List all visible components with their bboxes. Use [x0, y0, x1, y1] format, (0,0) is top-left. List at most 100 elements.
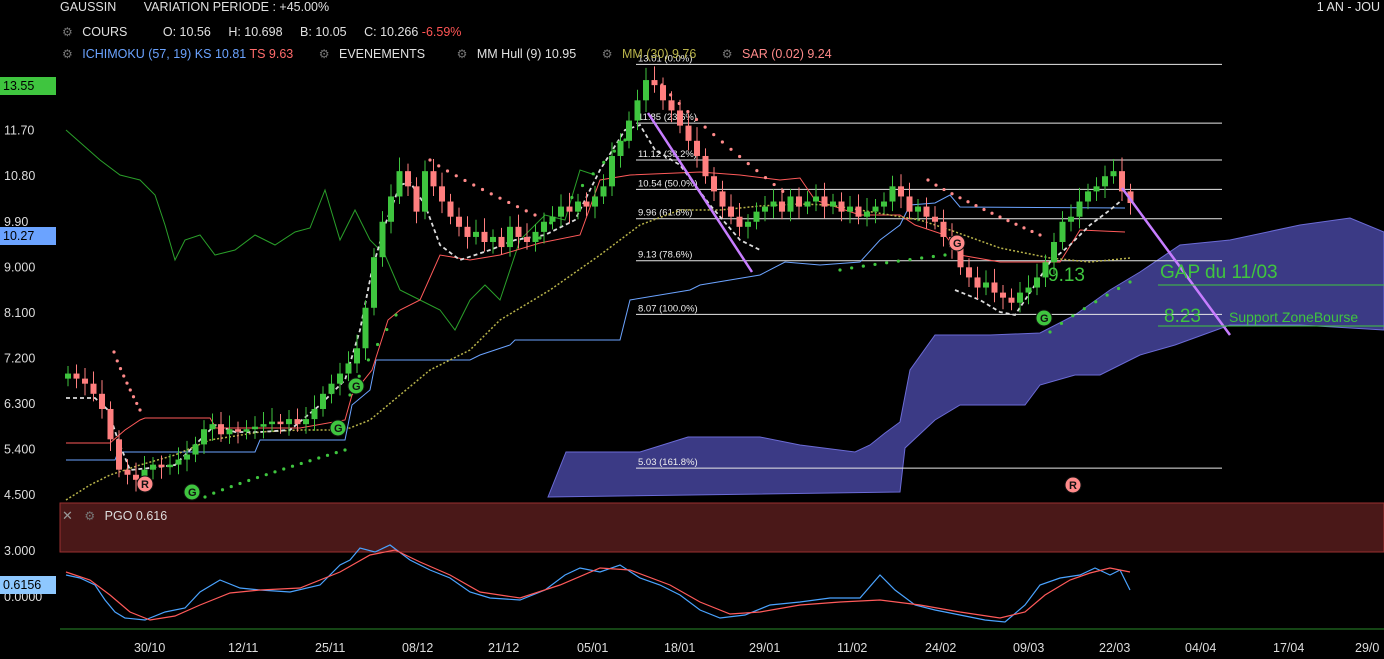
- event-marker-letter: G: [334, 423, 343, 435]
- candle-body: [651, 80, 658, 86]
- sar-dot: [908, 257, 912, 262]
- sar-dot: [861, 264, 865, 268]
- sar-dot: [1030, 229, 1034, 234]
- candle-body: [830, 201, 836, 207]
- y-tick-label: 9.000: [4, 260, 35, 274]
- sar-dot: [308, 459, 312, 463]
- sar-dot: [885, 261, 889, 265]
- candle-body: [294, 419, 301, 425]
- gear-icon[interactable]: ⚙: [62, 25, 73, 39]
- candle-body: [575, 201, 581, 212]
- sar-dot: [128, 388, 132, 392]
- candle-body: [260, 424, 267, 427]
- candle-body: [838, 201, 845, 212]
- gear-icon[interactable]: ⚙: [319, 47, 330, 61]
- fib-level-label: 5.03 (161.8%): [638, 457, 698, 468]
- sar-dot: [454, 174, 458, 178]
- symbol-name: GAUSSIN: [60, 0, 117, 14]
- sar-dot: [220, 488, 225, 492]
- candle-body: [107, 408, 114, 440]
- gear-icon[interactable]: ⚙: [457, 47, 468, 61]
- candle-body: [787, 196, 794, 212]
- candle-body: [337, 373, 343, 384]
- sar-dot: [1082, 307, 1086, 311]
- sar-dot: [366, 358, 370, 362]
- sar-dot: [729, 147, 733, 151]
- gear-icon[interactable]: ⚙: [84, 509, 95, 523]
- candle-body: [634, 100, 641, 121]
- sar-dot: [763, 176, 768, 180]
- candle-body: [923, 206, 930, 217]
- pgo-overbought-zone: [59, 502, 1384, 553]
- candle-body: [991, 282, 998, 293]
- sar-dot: [385, 327, 389, 332]
- x-tick-label: 25/11: [315, 641, 345, 655]
- candle-body: [762, 206, 768, 212]
- candle-body: [447, 201, 454, 217]
- gear-icon[interactable]: ⚙: [722, 47, 733, 61]
- candle-body: [592, 196, 598, 207]
- gear-icon[interactable]: ⚙: [602, 47, 613, 61]
- sar-dot: [998, 215, 1002, 219]
- sar-dot: [694, 117, 699, 122]
- candle-body: [677, 110, 683, 126]
- sar-dot: [376, 342, 380, 347]
- event-marker-letter: R: [1069, 480, 1077, 492]
- sar-dot: [612, 149, 616, 153]
- candle-body: [728, 206, 734, 217]
- candle-body: [804, 201, 811, 207]
- candle-body: [889, 186, 896, 202]
- candle-body: [379, 221, 386, 258]
- sar-dot: [317, 456, 321, 460]
- candle-body: [439, 186, 445, 202]
- sar-dot: [934, 183, 938, 187]
- candle-body: [583, 201, 590, 207]
- candle-body: [354, 348, 360, 364]
- candle-body: [881, 201, 887, 207]
- sar-dot: [507, 200, 511, 205]
- sar-dot: [428, 158, 432, 162]
- close-icon[interactable]: ✕: [62, 508, 73, 523]
- gap-value-annotation: 9.13: [1048, 265, 1085, 286]
- candle-body: [983, 282, 989, 288]
- candle-body: [184, 454, 190, 460]
- candle-body: [175, 459, 182, 465]
- candle-body: [396, 171, 403, 197]
- candle-body: [1025, 287, 1032, 293]
- candle-body: [821, 196, 828, 207]
- candle-body: [541, 221, 547, 232]
- fib-level-label: 9.13 (78.6%): [638, 250, 692, 261]
- candle-body: [82, 378, 88, 384]
- candle-body: [1000, 292, 1006, 298]
- sar-dot: [122, 374, 126, 378]
- period-selector[interactable]: 1 AN - JOU: [1317, 0, 1380, 14]
- chart-area[interactable]: 14.4012.6011.7010.809.909.0008.1007.2006…: [0, 0, 1384, 659]
- y-tick-label: 3.000: [4, 544, 35, 558]
- sar-dot: [920, 256, 924, 260]
- sar-dot: [538, 236, 542, 240]
- candle-body: [99, 393, 105, 409]
- candle-body: [116, 439, 122, 470]
- candle-body: [566, 206, 573, 212]
- ichimoku-name: ICHIMOKU (57, 19): [82, 47, 192, 61]
- candle-body: [328, 383, 335, 394]
- sar-dot: [524, 209, 528, 213]
- sar-dot: [1116, 286, 1121, 291]
- sar-dot: [290, 464, 295, 468]
- gear-icon[interactable]: ⚙: [62, 47, 73, 61]
- sar-dot: [850, 266, 854, 270]
- candle-body: [524, 236, 530, 242]
- evenements-label: EVENEMENTS: [339, 47, 426, 61]
- sar-dot: [348, 393, 352, 397]
- sar-dot: [926, 178, 930, 182]
- candle-body: [218, 424, 224, 435]
- sar-dot: [515, 205, 520, 209]
- candle-body: [1085, 191, 1091, 202]
- x-tick-label: 17/04: [1273, 641, 1304, 655]
- sar-dot: [873, 262, 877, 267]
- sar-dot: [772, 182, 776, 187]
- candle-body: [906, 196, 913, 212]
- sar-dot: [480, 187, 485, 192]
- candle-body: [915, 206, 921, 212]
- mm-label: MM (30) 9.76: [621, 47, 697, 61]
